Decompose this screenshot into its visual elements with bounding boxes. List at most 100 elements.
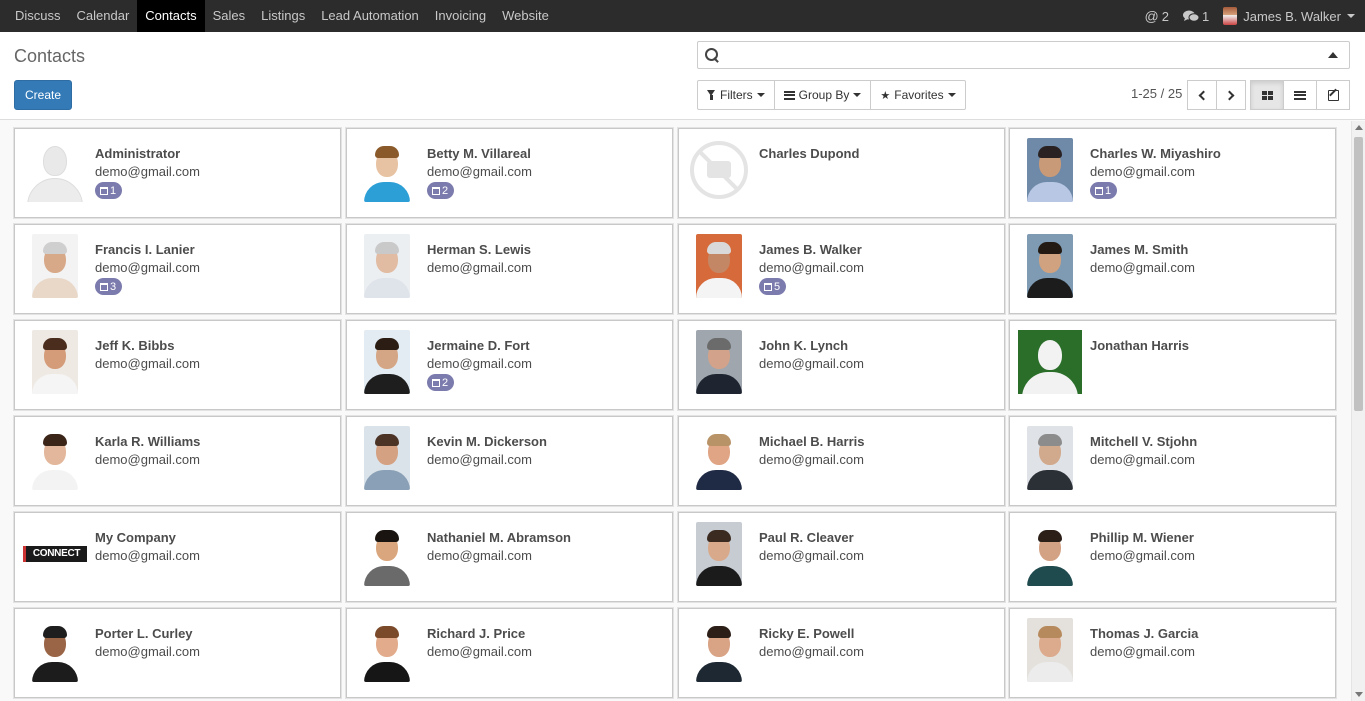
- contact-email: demo@gmail.com: [427, 164, 532, 179]
- edit-icon: [1327, 89, 1339, 101]
- scrollbar[interactable]: [1351, 121, 1365, 701]
- meetings-badge[interactable]: 2: [427, 182, 455, 199]
- menu-item-lead-automation[interactable]: Lead Automation: [313, 0, 427, 32]
- contact-card[interactable]: Francis I. Lanier demo@gmail.com 3: [14, 224, 341, 314]
- meetings-count: 2: [442, 184, 449, 197]
- contact-card[interactable]: Administrator demo@gmail.com 1: [14, 128, 341, 218]
- filter-icon: [707, 90, 716, 100]
- scroll-down-arrow-icon[interactable]: [1355, 692, 1363, 697]
- meetings-badge[interactable]: 1: [95, 182, 123, 199]
- contact-card[interactable]: Richard J. Price demo@gmail.com: [346, 608, 673, 698]
- contact-avatar: [687, 330, 751, 394]
- contact-card[interactable]: Charles W. Miyashiro demo@gmail.com 1: [1009, 128, 1336, 218]
- pager-next-button[interactable]: [1216, 80, 1246, 110]
- company-logo: CONNECT: [23, 546, 87, 562]
- contact-avatar: [355, 618, 419, 682]
- contact-card[interactable]: Betty M. Villareal demo@gmail.com 2: [346, 128, 673, 218]
- contact-card[interactable]: John K. Lynch demo@gmail.com: [678, 320, 1005, 410]
- contact-avatar: [23, 138, 87, 202]
- contact-avatar: [23, 426, 87, 490]
- contact-email: demo@gmail.com: [95, 548, 200, 563]
- scroll-up-arrow-icon[interactable]: [1355, 125, 1363, 130]
- messages-count: 1: [1202, 8, 1210, 24]
- contact-photo: [1027, 618, 1073, 682]
- menu-item-discuss[interactable]: Discuss: [7, 0, 69, 32]
- contact-card[interactable]: Paul R. Cleaver demo@gmail.com: [678, 512, 1005, 602]
- contact-card[interactable]: Charles Dupond: [678, 128, 1005, 218]
- menu-item-invoicing[interactable]: Invoicing: [427, 0, 494, 32]
- contact-avatar: [23, 618, 87, 682]
- user-menu[interactable]: James B. Walker: [1223, 7, 1355, 25]
- contact-card[interactable]: Nathaniel M. Abramson demo@gmail.com: [346, 512, 673, 602]
- contact-card[interactable]: CONNECT My Company demo@gmail.com: [14, 512, 341, 602]
- contact-name: Kevin M. Dickerson: [427, 434, 547, 449]
- contact-email: demo@gmail.com: [1090, 548, 1195, 563]
- menu-item-calendar[interactable]: Calendar: [69, 0, 138, 32]
- contact-card[interactable]: Jonathan Harris: [1009, 320, 1336, 410]
- filters-button[interactable]: Filters: [697, 80, 775, 110]
- contact-card[interactable]: Michael B. Harris demo@gmail.com: [678, 416, 1005, 506]
- contact-card[interactable]: Karla R. Williams demo@gmail.com: [14, 416, 341, 506]
- contact-name: John K. Lynch: [759, 338, 849, 353]
- contact-email: demo@gmail.com: [759, 356, 864, 371]
- contact-name: Charles Dupond: [759, 146, 860, 161]
- filters-label: Filters: [720, 88, 753, 102]
- mentions-button[interactable]: @ 2: [1145, 8, 1169, 24]
- meetings-count: 2: [442, 376, 449, 389]
- groupby-button[interactable]: Group By: [773, 80, 872, 110]
- contact-avatar: [687, 138, 751, 202]
- contact-card[interactable]: Thomas J. Garcia demo@gmail.com: [1009, 608, 1336, 698]
- search-icon: [704, 47, 720, 63]
- contact-avatar: [687, 234, 751, 298]
- contact-name: Herman S. Lewis: [427, 242, 532, 257]
- scroll-thumb[interactable]: [1354, 137, 1363, 411]
- contact-name: James B. Walker: [759, 242, 862, 257]
- contact-name: Administrator: [95, 146, 181, 161]
- menu-item-contacts[interactable]: Contacts: [137, 0, 205, 32]
- contact-card[interactable]: Mitchell V. Stjohn demo@gmail.com: [1009, 416, 1336, 506]
- meetings-badge[interactable]: 2: [427, 374, 455, 391]
- groupby-label: Group By: [798, 88, 850, 102]
- favorites-button[interactable]: ★ Favorites: [870, 80, 966, 110]
- contact-card[interactable]: James B. Walker demo@gmail.com 5: [678, 224, 1005, 314]
- create-button[interactable]: Create: [14, 80, 72, 110]
- contact-card[interactable]: Herman S. Lewis demo@gmail.com: [346, 224, 673, 314]
- contact-card[interactable]: Jeff K. Bibbs demo@gmail.com: [14, 320, 341, 410]
- contact-email: demo@gmail.com: [95, 356, 200, 371]
- contact-card[interactable]: Jermaine D. Fort demo@gmail.com 2: [346, 320, 673, 410]
- menu-item-listings[interactable]: Listings: [253, 0, 313, 32]
- list-view-button[interactable]: [1283, 80, 1317, 110]
- contact-card[interactable]: Kevin M. Dickerson demo@gmail.com: [346, 416, 673, 506]
- contact-avatar: [1018, 522, 1082, 586]
- th-large-icon: [1261, 90, 1273, 100]
- chevron-down-icon: [1347, 14, 1355, 18]
- contact-card[interactable]: Porter L. Curley demo@gmail.com: [14, 608, 341, 698]
- meetings-count: 1: [110, 184, 117, 197]
- kanban-view-button[interactable]: [1250, 80, 1284, 110]
- pager-buttons: [1187, 80, 1246, 110]
- messages-button[interactable]: 1: [1183, 9, 1209, 24]
- contact-card[interactable]: Phillip M. Wiener demo@gmail.com: [1009, 512, 1336, 602]
- caret-down-icon: [853, 93, 862, 97]
- form-view-button[interactable]: [1316, 80, 1350, 110]
- contact-avatar: [687, 426, 751, 490]
- contact-card[interactable]: James M. Smith demo@gmail.com: [1009, 224, 1336, 314]
- menu-item-sales[interactable]: Sales: [205, 0, 254, 32]
- contact-photo: [1027, 234, 1073, 298]
- calendar-icon: [1095, 186, 1103, 195]
- meetings-badge[interactable]: 1: [1090, 182, 1118, 199]
- contact-email: demo@gmail.com: [95, 452, 200, 467]
- pager-previous-button[interactable]: [1187, 80, 1217, 110]
- meetings-badge[interactable]: 5: [759, 278, 787, 295]
- search-options-toggle-icon[interactable]: [1328, 52, 1338, 58]
- contact-email: demo@gmail.com: [95, 164, 200, 179]
- contact-card[interactable]: Ricky E. Powell demo@gmail.com: [678, 608, 1005, 698]
- meetings-badge[interactable]: 3: [95, 278, 123, 295]
- list-icon: [1294, 90, 1306, 100]
- search-input[interactable]: [726, 43, 1328, 67]
- contact-avatar: [355, 330, 419, 394]
- contact-name: Francis I. Lanier: [95, 242, 195, 257]
- calendar-icon: [764, 282, 772, 291]
- menu-item-website[interactable]: Website: [494, 0, 557, 32]
- pager-value[interactable]: 1-25 / 25: [1131, 86, 1182, 101]
